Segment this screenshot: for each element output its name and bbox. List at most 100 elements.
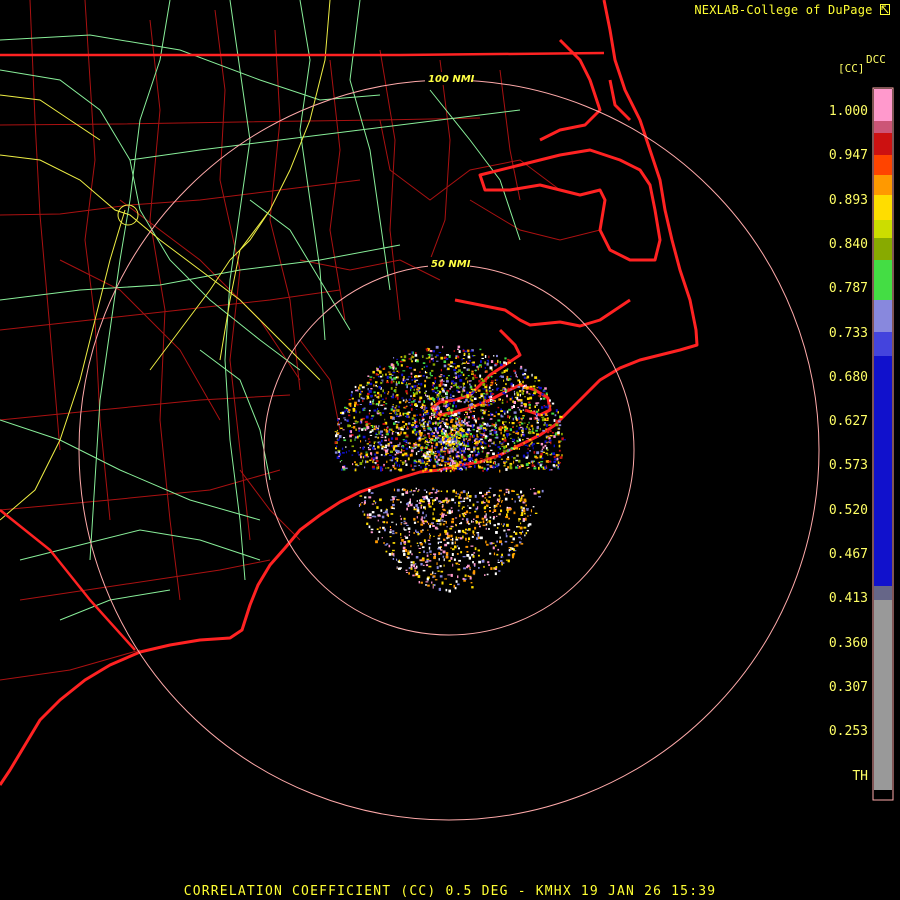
radar-echo-pixel	[483, 565, 485, 568]
radar-echo-pixel	[465, 469, 467, 471]
radar-echo-pixel	[422, 410, 424, 413]
legend-band-olive	[874, 238, 892, 260]
radar-echo-pixel	[524, 517, 527, 521]
radar-echo-pixel	[427, 499, 430, 502]
radar-echo-pixel	[454, 501, 456, 504]
radar-echo-pixel	[403, 488, 405, 490]
radar-echo-pixel	[522, 390, 525, 392]
radar-echo-pixel	[461, 507, 463, 510]
radar-echo-pixel	[508, 491, 510, 494]
radar-echo-pixel	[408, 383, 411, 385]
radar-echo-pixel	[436, 391, 438, 395]
radar-echo-pixel	[368, 525, 371, 529]
radar-echo-pixel	[391, 418, 394, 420]
radar-echo-pixel	[340, 412, 342, 414]
radar-echo-pixel	[488, 438, 492, 442]
radar-echo-pixel	[398, 381, 400, 384]
radar-echo-pixel	[481, 495, 484, 498]
radar-echo-pixel	[527, 515, 529, 517]
radar-echo-pixel	[501, 553, 503, 556]
radar-echo-pixel	[420, 523, 424, 526]
radar-echo-pixel	[450, 448, 453, 450]
radar-echo-pixel	[451, 414, 454, 417]
radar-echo-pixel	[453, 428, 456, 430]
radar-echo-pixel	[467, 575, 469, 578]
radar-echo-pixel	[432, 435, 436, 438]
radar-echo-pixel	[526, 467, 529, 469]
radar-echo-pixel	[380, 436, 384, 438]
radar-echo-pixel	[480, 460, 482, 464]
legend-band-yellow	[874, 195, 892, 220]
credit-label[interactable]: NEXLAB-College of DuPage	[694, 3, 890, 17]
radar-echo-pixel	[443, 388, 446, 390]
radar-echo-pixel	[495, 531, 498, 534]
radar-echo-pixel	[489, 552, 492, 555]
radar-echo-pixel	[468, 353, 470, 356]
radar-echo-pixel	[517, 436, 519, 439]
radar-echo-pixel	[420, 374, 422, 377]
radar-echo-pixel	[549, 399, 551, 402]
radar-echo-pixel	[498, 489, 502, 492]
radar-echo-pixel	[455, 405, 457, 408]
radar-echo-pixel	[516, 439, 519, 442]
radar-echo-pixel	[428, 356, 431, 359]
radar-echo-pixel	[361, 428, 364, 431]
radar-echo-pixel	[449, 527, 453, 530]
radar-echo-pixel	[405, 384, 409, 386]
radar-echo-pixel	[431, 402, 433, 406]
radar-echo-pixel	[482, 383, 486, 386]
radar-echo-pixel	[405, 436, 409, 438]
radar-echo-pixel	[385, 550, 388, 553]
radar-echo-pixel	[416, 500, 418, 502]
radar-echo-pixel	[440, 450, 443, 453]
radar-echo-pixel	[509, 417, 510, 419]
radar-echo-pixel	[442, 437, 445, 439]
radar-echo-pixel	[499, 442, 503, 444]
radar-echo-pixel	[507, 456, 510, 458]
radar-echo-pixel	[542, 397, 546, 400]
radar-echo-pixel	[502, 392, 506, 394]
radar-echo-pixel	[516, 455, 519, 457]
radar-echo-pixel	[494, 466, 496, 468]
radar-echo-pixel	[479, 348, 482, 351]
radar-echo-pixel	[485, 391, 489, 394]
radar-echo-pixel	[410, 389, 412, 392]
radar-echo-pixel	[395, 532, 398, 534]
radar-echo-pixel	[378, 400, 381, 404]
radar-echo-pixel	[382, 404, 385, 406]
radar-echo-pixel	[527, 424, 529, 426]
radar-echo-pixel	[534, 455, 536, 457]
radar-echo-pixel	[513, 457, 516, 460]
radar-echo-pixel	[392, 456, 394, 460]
radar-echo-pixel	[362, 459, 364, 463]
radar-echo-pixel	[374, 436, 377, 438]
radar-echo-pixel	[463, 367, 466, 369]
radar-echo-pixel	[500, 398, 501, 400]
radar-echo-pixel	[379, 375, 383, 378]
radar-echo-pixel	[381, 445, 385, 448]
radar-echo-pixel	[476, 430, 479, 433]
radar-echo-pixel	[432, 464, 436, 468]
radar-echo-pixel	[463, 352, 466, 356]
radar-echo-pixel	[548, 424, 552, 426]
radar-echo-pixel	[427, 539, 431, 541]
credit-text[interactable]: NEXLAB-College of DuPage	[694, 3, 872, 17]
radar-echo-pixel	[458, 350, 461, 353]
radar-echo-pixel	[388, 430, 390, 433]
radar-echo-pixel	[463, 458, 466, 461]
radar-echo-pixel	[375, 373, 378, 376]
radar-echo-pixel	[532, 394, 535, 396]
radar-echo-pixel	[338, 452, 342, 456]
radar-echo-pixel	[523, 494, 525, 497]
radar-echo-pixel	[349, 404, 352, 407]
arrow-box-icon[interactable]	[880, 4, 890, 15]
radar-echo-pixel	[394, 445, 398, 448]
radar-echo-pixel	[342, 465, 345, 469]
radar-echo-pixel	[467, 440, 470, 442]
radar-echo-pixel	[463, 443, 466, 446]
radar-echo-pixel	[471, 399, 474, 402]
radar-echo-pixel	[523, 373, 526, 375]
radar-echo-pixel	[474, 405, 477, 407]
radar-echo-pixel	[507, 415, 509, 419]
radar-echo-pixel	[526, 509, 529, 511]
